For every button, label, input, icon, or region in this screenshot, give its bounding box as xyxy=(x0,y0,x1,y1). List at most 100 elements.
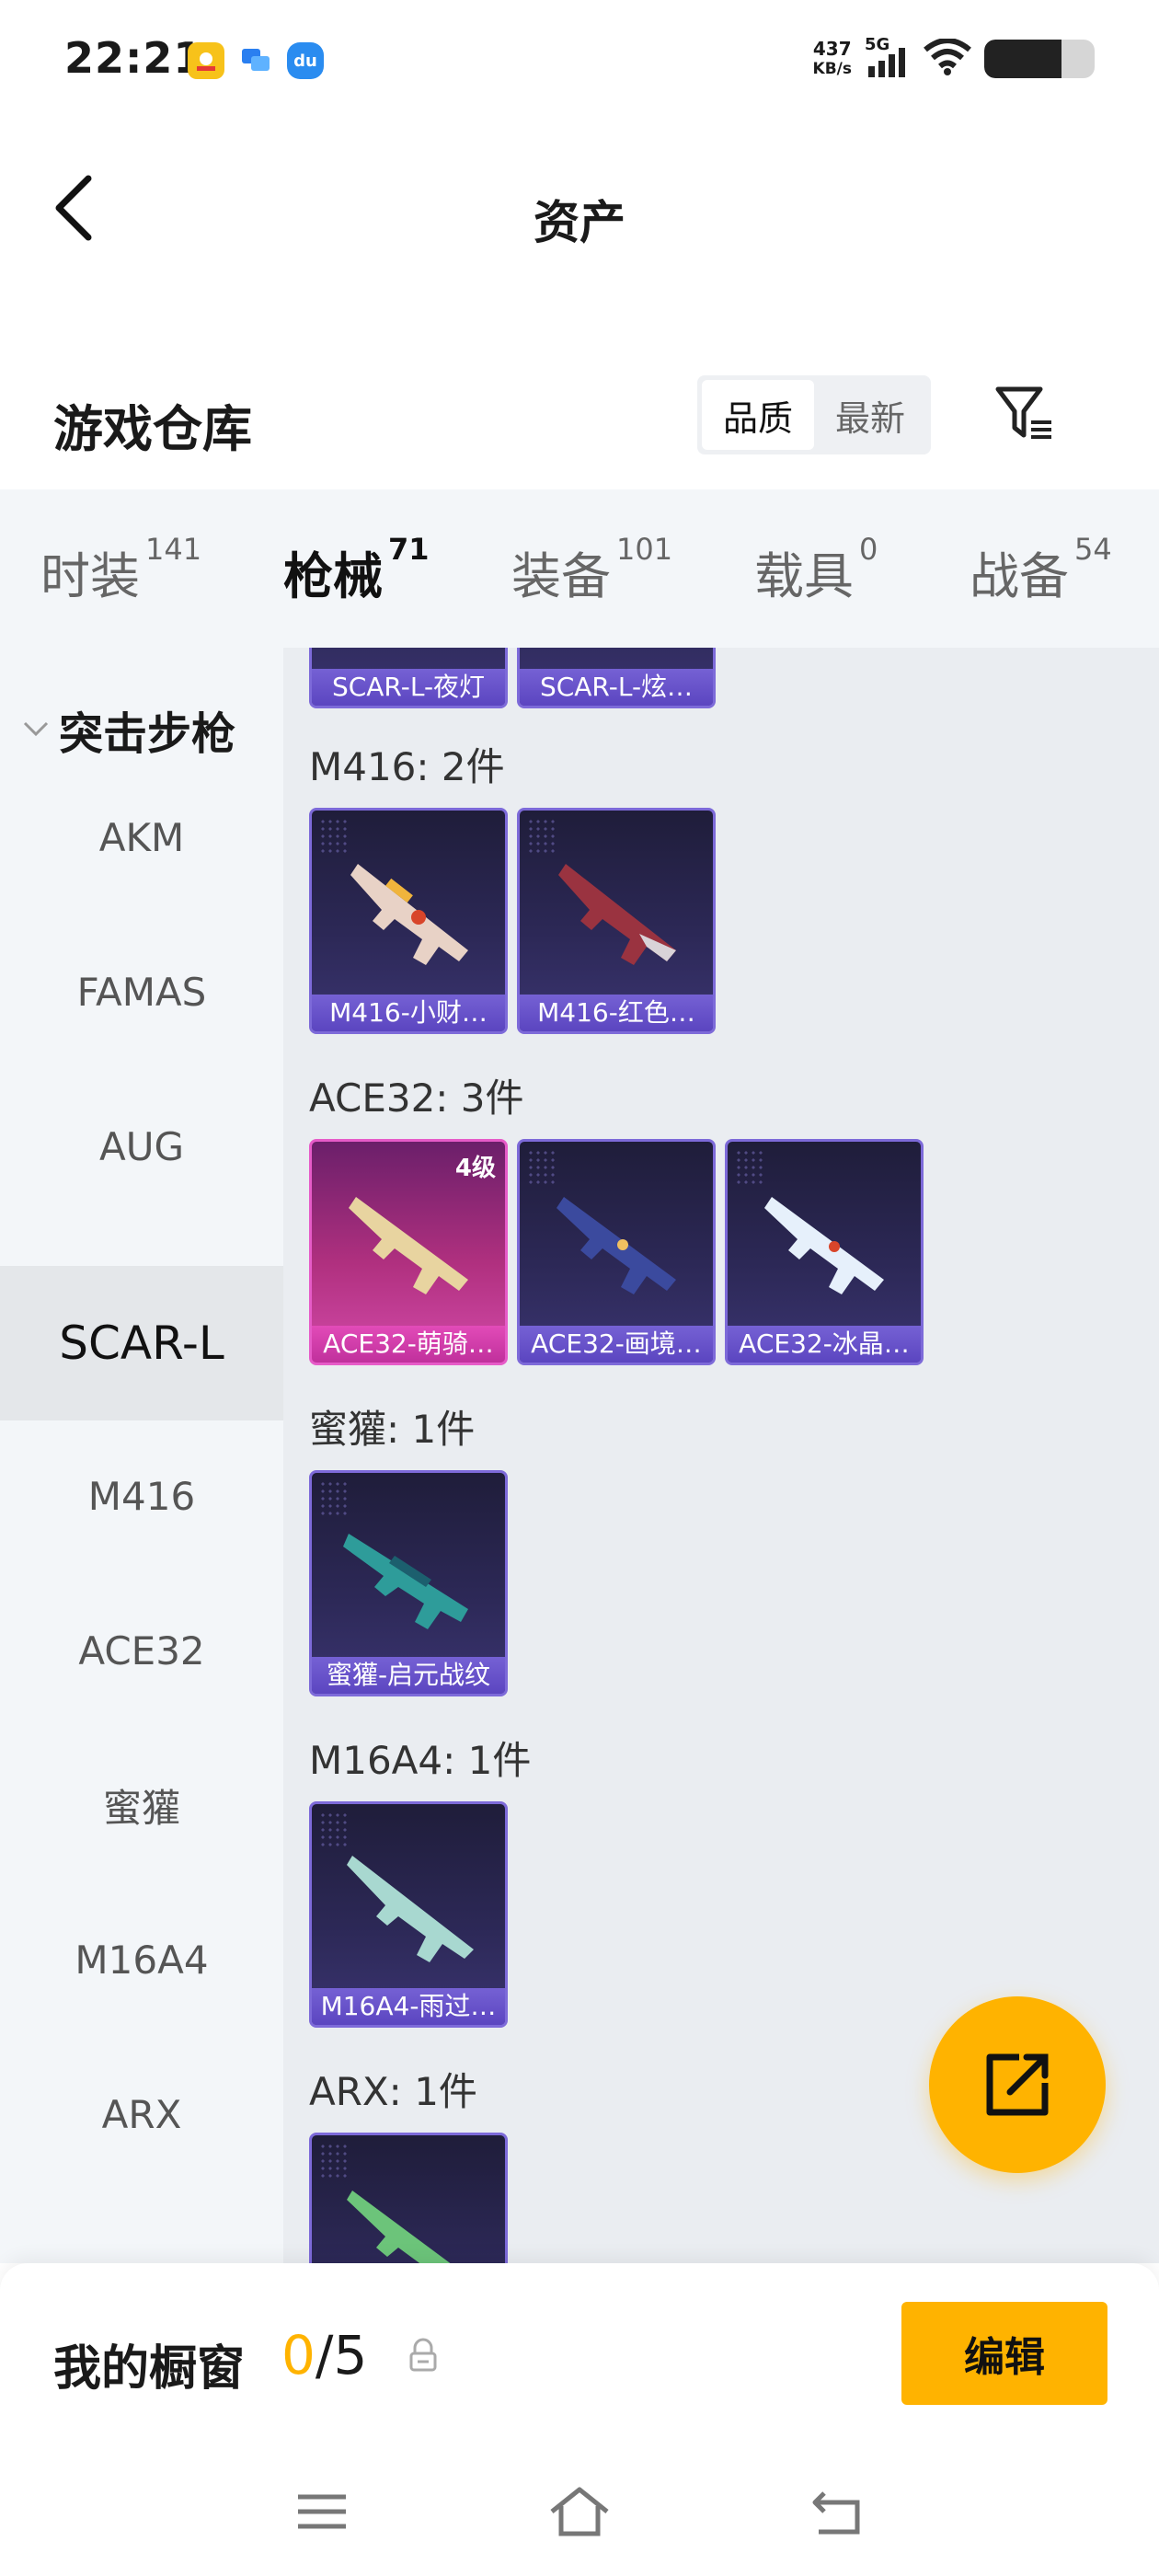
menu-button[interactable] xyxy=(285,2475,359,2548)
showcase-count: 0/5 xyxy=(281,2324,367,2386)
header: 资产 xyxy=(0,147,1159,276)
sort-toggle: 品质 最新 xyxy=(697,375,931,454)
tab-label: 枪械 xyxy=(283,547,383,605)
category-tabs: 时装 141 枪械 71 装备 101 载具 0 战备 54 xyxy=(0,489,1159,662)
system-nav-bar xyxy=(0,2447,1159,2576)
skin-card[interactable]: M16A4-雨过… xyxy=(309,1801,508,2028)
status-app-icons: du xyxy=(188,42,324,79)
rifle-icon xyxy=(347,2191,451,2263)
signal-icon: 5G xyxy=(865,35,911,79)
tab-count: 0 xyxy=(859,532,878,567)
tab-count: 71 xyxy=(388,532,430,567)
sidebar-group-assault-rifles[interactable]: 突击步枪 xyxy=(22,697,235,762)
skin-card-label: M416-红色… xyxy=(520,995,713,1031)
skin-card[interactable]: ACE32-冰晶… xyxy=(725,1139,924,1365)
skin-card-label: 蜜獾-启元战纹 xyxy=(312,1657,505,1694)
showcase-separator: / xyxy=(315,2324,334,2386)
skin-card-label: ACE32-画境… xyxy=(520,1326,713,1363)
tab-guns[interactable]: 枪械 71 xyxy=(283,532,430,662)
group-label-ace32: ACE32: 3件 xyxy=(309,1075,524,1121)
tab-label: 时装 xyxy=(40,547,140,605)
rifle-icon xyxy=(343,1534,468,1629)
showcase-total: 5 xyxy=(333,2324,368,2386)
group-label-m416: M416: 2件 xyxy=(309,744,505,789)
rifle-icon xyxy=(347,1856,474,1962)
warehouse-title: 游戏仓库 xyxy=(53,400,252,458)
status-time: 22:21 xyxy=(64,33,204,83)
tab-fashion[interactable]: 时装 141 xyxy=(40,532,202,608)
skin-card[interactable]: 蜜獾-启元战纹 xyxy=(309,1470,508,1696)
showcase-label: 我的橱窗 xyxy=(53,2341,246,2397)
skin-card[interactable]: SCAR-L-夜灯 xyxy=(309,648,508,708)
sidebar-item-honey-badger[interactable]: 蜜獾 xyxy=(0,1728,283,1882)
skin-card[interactable]: SCAR-L-炫… xyxy=(517,648,716,708)
home-button[interactable] xyxy=(543,2475,616,2548)
edit-button[interactable]: 编辑 xyxy=(901,2302,1107,2405)
net-speed-unit: KB/s xyxy=(812,60,852,78)
rifle-icon xyxy=(557,1197,676,1294)
skin-card[interactable] xyxy=(309,2133,508,2263)
skin-card-label: ACE32-冰晶… xyxy=(728,1326,921,1363)
sidebar-group-label: 突击步枪 xyxy=(59,708,236,760)
rifle-icon xyxy=(764,1197,884,1294)
yellow-app-icon xyxy=(188,42,224,79)
share-icon xyxy=(986,2053,1049,2116)
sort-newest-option[interactable]: 最新 xyxy=(814,380,926,450)
skin-card[interactable]: 4级 ACE32-萌骑… xyxy=(309,1139,508,1365)
share-button[interactable] xyxy=(929,1996,1106,2173)
skin-card-label: M416-小财… xyxy=(312,995,505,1031)
page-title: 资产 xyxy=(534,196,625,249)
skin-card-label: SCAR-L-炫… xyxy=(520,669,713,706)
tab-count: 54 xyxy=(1074,532,1112,567)
skin-card[interactable]: M416-红色… xyxy=(517,808,716,1034)
back-nav-button[interactable] xyxy=(800,2475,874,2548)
tab-equipment[interactable]: 装备 101 xyxy=(511,532,673,608)
tab-count: 141 xyxy=(145,532,202,567)
sidebar-item-ace32[interactable]: ACE32 xyxy=(0,1573,283,1728)
status-indicators: 437 KB/s 5G xyxy=(813,35,1095,79)
status-bar: 22:21 du 437 KB/s 5G xyxy=(0,0,1159,129)
warehouse-header: 游戏仓库 品质 最新 xyxy=(0,368,1159,469)
showcase-current: 0 xyxy=(281,2324,316,2386)
skin-card-label: SCAR-L-夜灯 xyxy=(312,669,505,706)
skin-card[interactable]: M416-小财… xyxy=(309,808,508,1034)
du-app-icon: du xyxy=(287,42,324,79)
rifle-icon xyxy=(349,1197,468,1294)
chat-app-icon xyxy=(237,42,274,79)
tab-count: 101 xyxy=(616,532,673,567)
weapon-type-sidebar: 突击步枪 AKM FAMAS AUG SCAR-L M416 ACE32 蜜獾 … xyxy=(0,648,283,2263)
sidebar-item-arx[interactable]: ARX xyxy=(0,2037,283,2191)
wifi-icon xyxy=(924,38,971,79)
tab-label: 装备 xyxy=(511,547,611,605)
net-speed: 437 KB/s xyxy=(813,39,852,79)
skin-card-label: ACE32-萌骑… xyxy=(312,1326,505,1363)
chevron-down-icon xyxy=(23,721,49,737)
group-label-arx: ARX: 1件 xyxy=(309,2069,477,2114)
skin-card[interactable]: ACE32-画境… xyxy=(517,1139,716,1365)
sort-quality-option[interactable]: 品质 xyxy=(702,380,814,450)
sidebar-item-m16a4[interactable]: M16A4 xyxy=(0,1882,283,2037)
net-speed-value: 437 xyxy=(812,38,852,60)
battery-icon xyxy=(984,40,1095,78)
tab-tactical[interactable]: 战备 54 xyxy=(970,532,1112,608)
sidebar-item-akm[interactable]: AKM xyxy=(0,760,283,914)
tab-label: 战备 xyxy=(970,547,1069,605)
tab-vehicles[interactable]: 载具 0 xyxy=(754,532,878,608)
sidebar-item-aug[interactable]: AUG xyxy=(0,1069,283,1224)
filter-icon xyxy=(995,386,1051,439)
battery-level xyxy=(984,40,1061,78)
filter-button[interactable] xyxy=(988,377,1061,451)
sidebar-item-famas[interactable]: FAMAS xyxy=(0,914,283,1069)
menu-icon xyxy=(298,2494,346,2529)
group-label-honey-badger: 蜜獾: 1件 xyxy=(309,1407,476,1452)
lock-icon xyxy=(409,2338,437,2372)
showcase-bar: 我的橱窗 0/5 编辑 xyxy=(0,2263,1159,2447)
group-label-m16a4: M16A4: 1件 xyxy=(309,1738,532,1783)
return-icon xyxy=(812,2491,860,2535)
rifle-icon xyxy=(350,864,468,965)
tab-label: 载具 xyxy=(754,547,854,605)
sidebar-item-m416[interactable]: M416 xyxy=(0,1419,283,1573)
sidebar-item-scar-l[interactable]: SCAR-L xyxy=(0,1266,283,1420)
home-icon xyxy=(550,2487,609,2536)
rifle-icon xyxy=(558,864,676,965)
